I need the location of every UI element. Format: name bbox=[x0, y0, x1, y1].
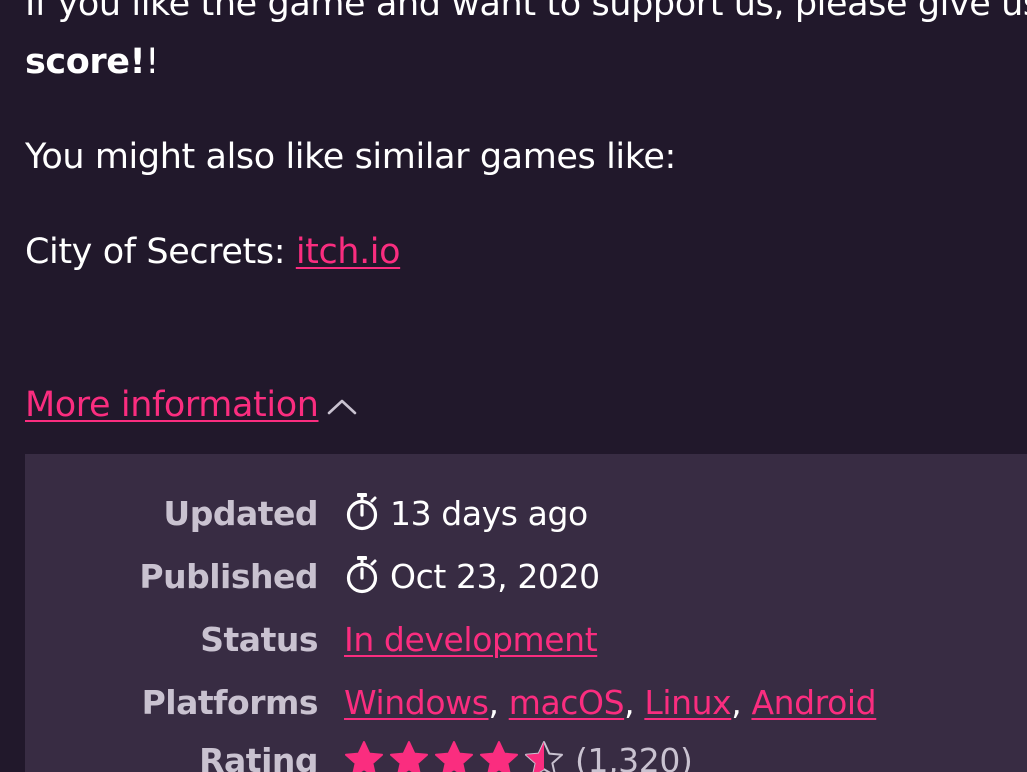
info-row-published: Published Oct 23, 2020 bbox=[25, 553, 1027, 601]
city-of-secrets-line: City of Secrets: itch.io bbox=[25, 228, 401, 276]
city-of-secrets-itch-link[interactable]: itch.io bbox=[296, 232, 401, 272]
platform-link-macos[interactable]: macOS bbox=[509, 683, 625, 722]
more-information-panel: Updated 13 days ago Published Oct 23, 20… bbox=[25, 454, 1027, 772]
score-bold-text: score! bbox=[25, 42, 146, 82]
more-information-toggle[interactable]: More information bbox=[25, 381, 357, 429]
published-value: Oct 23, 2020 bbox=[390, 557, 600, 596]
status-link[interactable]: In development bbox=[344, 620, 598, 659]
platforms-label: Platforms bbox=[141, 683, 319, 722]
star-full-icon bbox=[390, 741, 428, 772]
timer-icon bbox=[346, 556, 378, 594]
platform-separator: , bbox=[624, 683, 635, 722]
status-label: Status bbox=[200, 620, 318, 659]
star-half-icon bbox=[525, 741, 563, 772]
published-value-cell: Oct 23, 2020 bbox=[344, 553, 600, 601]
updated-value-cell: 13 days ago bbox=[344, 490, 588, 538]
rating-label: Rating bbox=[199, 741, 318, 772]
star-full-icon bbox=[345, 741, 383, 772]
info-row-updated: Updated 13 days ago bbox=[25, 490, 1027, 538]
published-label: Published bbox=[139, 557, 318, 596]
info-row-rating: Rating (1,320) bbox=[25, 737, 1027, 772]
platform-link-linux[interactable]: Linux bbox=[644, 683, 731, 722]
city-of-secrets-label: City of Secrets: bbox=[25, 232, 296, 272]
star-full-icon bbox=[435, 741, 473, 772]
timer-icon bbox=[346, 493, 378, 531]
updated-label: Updated bbox=[163, 494, 318, 533]
platforms-value-cell: Windows, macOS, Linux, Android bbox=[344, 679, 877, 727]
game-page: If you like the game and want to support… bbox=[0, 0, 1027, 772]
info-row-status: Status In development bbox=[25, 616, 1027, 664]
similar-games-text: You might also like similar games like: bbox=[25, 137, 676, 177]
star-full-icon bbox=[480, 741, 518, 772]
info-row-platforms: Platforms Windows, macOS, Linux, Android bbox=[25, 679, 1027, 727]
rating-count[interactable]: (1,320) bbox=[575, 741, 693, 772]
more-information-link[interactable]: More information bbox=[25, 385, 319, 425]
updated-value: 13 days ago bbox=[390, 494, 588, 533]
score-tail-text: ! bbox=[145, 42, 159, 82]
platform-link-windows[interactable]: Windows bbox=[344, 683, 489, 722]
platform-separator: , bbox=[731, 683, 742, 722]
support-text: If you like the game and want to support… bbox=[25, 0, 1027, 24]
platform-link-android[interactable]: Android bbox=[751, 683, 876, 722]
star-rating[interactable] bbox=[344, 740, 569, 772]
platform-separator: , bbox=[488, 683, 499, 722]
chevron-up-icon bbox=[327, 399, 356, 415]
score-line: score!! bbox=[25, 38, 159, 86]
rating-value-cell: (1,320) bbox=[344, 737, 693, 772]
status-value-cell: In development bbox=[344, 616, 598, 664]
